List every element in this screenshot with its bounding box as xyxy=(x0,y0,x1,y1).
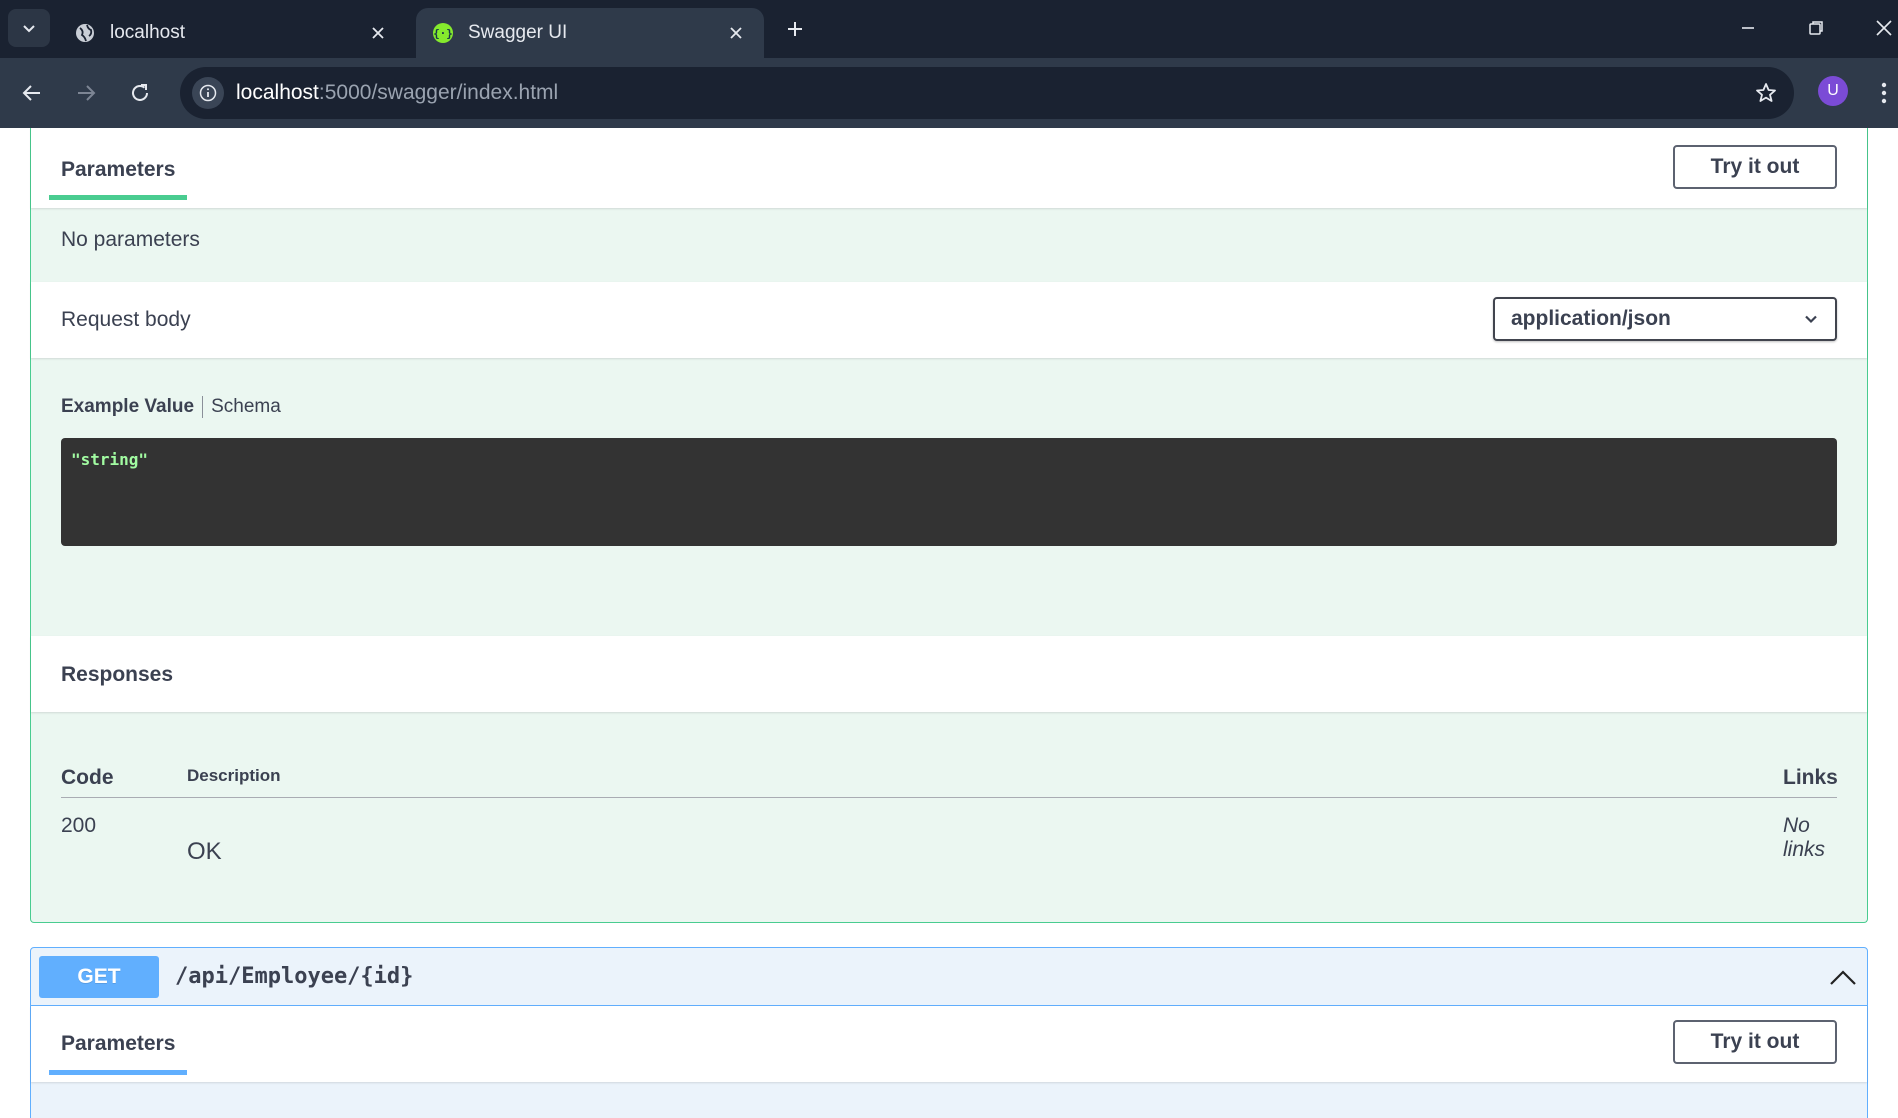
response-description: OK xyxy=(187,838,222,865)
page-viewport: Parameters Try it out No parameters Requ… xyxy=(0,128,1898,1118)
example-code: "string" xyxy=(71,450,149,469)
chevron-down-icon xyxy=(23,25,35,33)
url-path: :5000/swagger/index.html xyxy=(318,81,559,104)
more-menu-icon[interactable] xyxy=(1876,78,1892,108)
response-code: 200 xyxy=(61,814,97,837)
table-row: 200 OK No links xyxy=(61,798,1837,878)
minimize-icon xyxy=(1742,27,1754,29)
tab-title: Swagger UI xyxy=(468,22,568,43)
svg-text:{·}: {·} xyxy=(433,27,453,40)
close-icon[interactable] xyxy=(724,21,748,45)
chevron-down-icon xyxy=(1805,315,1817,324)
parameters-header: Parameters Try it out xyxy=(31,128,1867,208)
new-tab-button[interactable] xyxy=(778,12,812,46)
request-body-header: Request body application/json xyxy=(31,282,1867,358)
browser-toolbar: localhost:5000/swagger/index.html U xyxy=(0,58,1898,128)
responses-header: Responses xyxy=(31,636,1867,712)
post-operation-block: Parameters Try it out No parameters Requ… xyxy=(30,128,1868,923)
try-it-out-button[interactable]: Try it out xyxy=(1673,1020,1837,1064)
operation-summary[interactable]: GET /api/Employee/{id} xyxy=(31,948,1867,1006)
restore-icon xyxy=(1809,21,1823,35)
tab-example-value[interactable]: Example Value xyxy=(61,396,204,418)
minimize-button[interactable] xyxy=(1728,10,1768,46)
bookmark-star-icon[interactable] xyxy=(1752,79,1780,107)
tab-title: localhost xyxy=(110,22,185,43)
plus-icon xyxy=(788,22,802,36)
chevron-up-icon[interactable] xyxy=(1827,962,1859,994)
content-type-value: application/json xyxy=(1511,307,1671,330)
get-operation-block: GET /api/Employee/{id} Parameters Try it… xyxy=(30,947,1868,1118)
responses-table-header: Code Description Links xyxy=(61,744,1838,798)
tab-active-underline xyxy=(49,1070,187,1075)
tab-active-underline xyxy=(49,195,187,200)
address-bar[interactable]: localhost:5000/swagger/index.html xyxy=(180,67,1794,119)
content-type-select[interactable]: application/json xyxy=(1493,297,1837,341)
site-info-icon[interactable] xyxy=(192,77,224,109)
request-body-label: Request body xyxy=(61,308,191,331)
close-icon xyxy=(1876,20,1892,36)
responses-table: Code Description Links 200 OK No links xyxy=(61,744,1838,878)
close-window-button[interactable] xyxy=(1864,10,1898,46)
url-host: localhost xyxy=(236,81,319,104)
tab-search-button[interactable] xyxy=(8,9,50,47)
col-code: Code xyxy=(61,766,114,789)
col-description: Description xyxy=(187,766,281,785)
example-code-block[interactable]: "string" xyxy=(61,438,1837,546)
example-tabs: Example Value Schema xyxy=(61,396,281,418)
tab-parameters[interactable]: Parameters xyxy=(61,158,175,182)
close-icon[interactable] xyxy=(366,21,390,45)
profile-avatar[interactable]: U xyxy=(1818,76,1848,106)
tab-swagger-ui[interactable]: {·} Swagger UI xyxy=(416,8,764,58)
col-links: Links xyxy=(1783,766,1838,789)
tab-schema[interactable]: Schema xyxy=(203,396,281,418)
method-badge: GET xyxy=(39,956,159,998)
reload-button[interactable] xyxy=(122,75,158,111)
no-parameters-text: No parameters xyxy=(61,228,200,251)
globe-icon xyxy=(76,24,94,42)
parameters-header: Parameters Try it out xyxy=(31,1006,1867,1082)
response-links: No links xyxy=(1783,814,1826,861)
restore-button[interactable] xyxy=(1796,10,1836,46)
operation-path: /api/Employee/{id} xyxy=(175,964,414,989)
arrow-right-icon xyxy=(78,85,96,101)
back-button[interactable] xyxy=(14,75,50,111)
forward-button[interactable] xyxy=(68,75,104,111)
tab-localhost[interactable]: localhost xyxy=(58,8,406,58)
browser-tab-strip: localhost {·} Swagger UI xyxy=(0,0,1898,58)
responses-title: Responses xyxy=(61,663,174,686)
arrow-left-icon xyxy=(22,85,40,101)
url-text[interactable]: localhost:5000/swagger/index.html xyxy=(236,81,558,105)
try-it-out-button[interactable]: Try it out xyxy=(1673,145,1837,189)
swagger-icon: {·} xyxy=(433,23,453,43)
tab-parameters[interactable]: Parameters xyxy=(61,1032,175,1056)
reload-icon xyxy=(132,84,148,101)
